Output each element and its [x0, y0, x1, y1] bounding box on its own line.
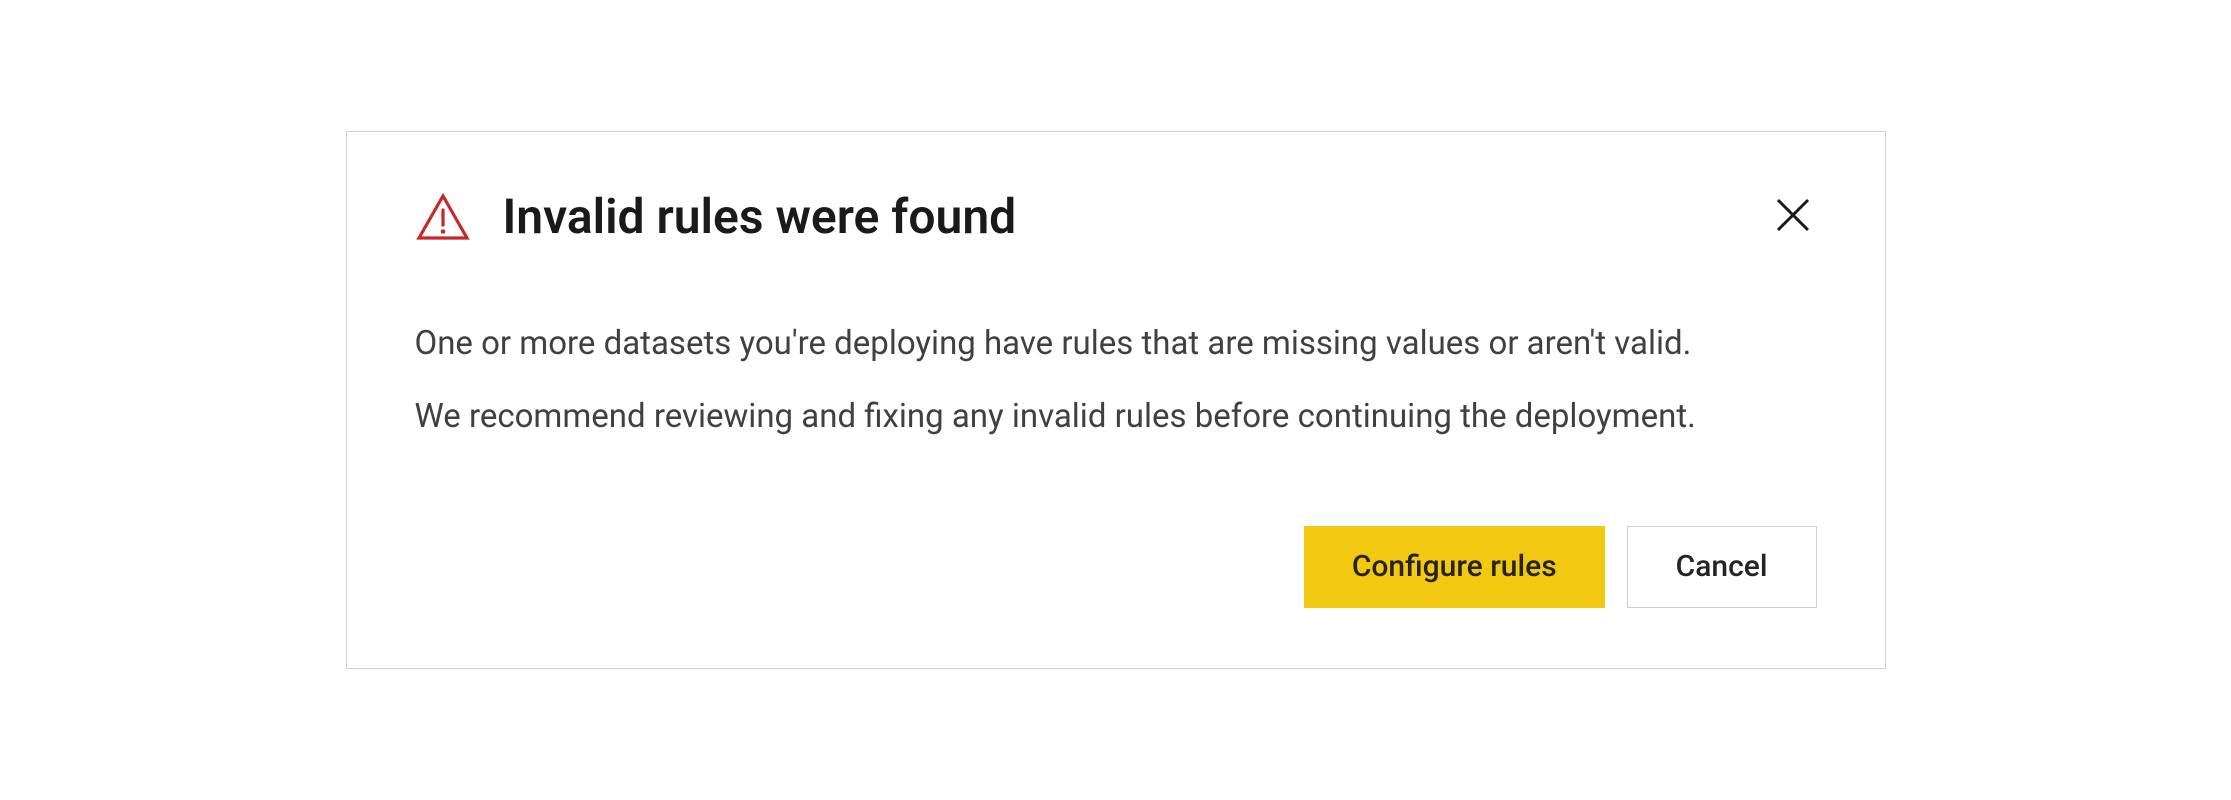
- cancel-button[interactable]: Cancel: [1627, 526, 1817, 608]
- dialog-body: One or more datasets you're deploying ha…: [415, 318, 1817, 442]
- dialog-header: Invalid rules were found: [415, 188, 1817, 246]
- invalid-rules-dialog: Invalid rules were found One or more dat…: [346, 131, 1886, 669]
- warning-icon: [415, 189, 471, 245]
- dialog-body-line-1: One or more datasets you're deploying ha…: [415, 318, 1817, 369]
- configure-rules-button[interactable]: Configure rules: [1304, 526, 1605, 608]
- dialog-body-line-2: We recommend reviewing and fixing any in…: [415, 391, 1817, 442]
- close-button[interactable]: [1769, 192, 1817, 240]
- dialog-title: Invalid rules were found: [503, 188, 1017, 246]
- close-icon: [1774, 196, 1812, 237]
- dialog-footer: Configure rules Cancel: [415, 526, 1817, 608]
